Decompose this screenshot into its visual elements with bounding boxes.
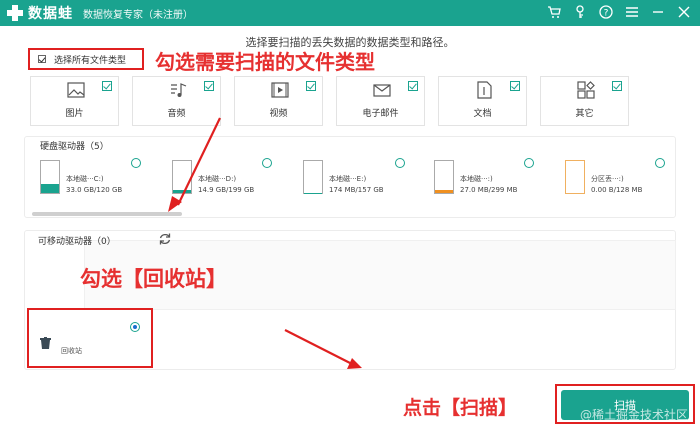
file-type-label: 文档: [473, 109, 492, 119]
drive-icon: [565, 160, 585, 194]
title-bar: 数据蛙 数据恢复专家（未注册） ?: [0, 0, 700, 26]
mail-icon: [373, 84, 391, 97]
app-logo: 数据蛙: [6, 3, 73, 23]
file-type-email[interactable]: 电子邮件: [336, 76, 425, 126]
checkbox-checked-icon[interactable]: [306, 81, 316, 91]
checkbox-checked-icon[interactable]: [408, 81, 418, 91]
svg-text:?: ?: [604, 9, 609, 19]
hard-drives-title: 硬盘驱动器（5）: [40, 142, 109, 152]
drive-size: 14.9 GB/199 GB: [198, 186, 255, 194]
app-name: 数据蛙: [28, 6, 73, 22]
annotation-scan: 点击【扫描】: [403, 397, 518, 419]
removable-drives-title: 可移动驱动器（0）: [38, 237, 116, 247]
drive-radio[interactable]: [395, 158, 405, 168]
video-icon: [271, 82, 289, 98]
file-type-label: 视频: [269, 109, 288, 119]
cart-icon[interactable]: [546, 3, 562, 21]
file-type-image[interactable]: 图片: [30, 76, 119, 126]
drive-size: 174 MB/157 GB: [329, 186, 384, 194]
file-type-label: 音频: [167, 109, 186, 119]
help-icon[interactable]: ?: [598, 3, 614, 21]
drive-size: 0.00 B/128 MB: [591, 186, 643, 194]
drive-name: 本地磁···E:): [329, 175, 367, 183]
image-icon: [67, 82, 85, 98]
file-type-other[interactable]: 其它: [540, 76, 629, 126]
select-all-checkbox[interactable]: 选择所有文件类型: [28, 48, 144, 70]
drive-size: 33.0 GB/120 GB: [66, 186, 123, 194]
drive-icon: [434, 160, 454, 194]
refresh-icon[interactable]: [158, 232, 172, 246]
recycle-bin-label: 回收站: [61, 347, 82, 355]
horizontal-scrollbar[interactable]: [32, 212, 182, 216]
trash-icon: [40, 337, 51, 349]
checkbox-checked-icon[interactable]: [204, 81, 214, 91]
drive-icon: [172, 160, 192, 194]
drive-name: 本地磁···C:): [66, 175, 104, 183]
file-type-row: 图片 音频 视频 电子邮件 文档 其它: [30, 76, 629, 126]
drive-item[interactable]: 本地磁···C:) 33.0 GB/120 GB: [40, 160, 160, 200]
file-type-video[interactable]: 视频: [234, 76, 323, 126]
drive-name: 分区丢···:): [591, 175, 624, 183]
watermark: @稀土掘金技术社区: [580, 408, 689, 422]
menu-icon[interactable]: [624, 3, 640, 21]
app-subtitle: 数据恢复专家（未注册）: [83, 9, 193, 21]
annotation-recycle: 勾选【回收站】: [80, 267, 227, 291]
drive-item[interactable]: 分区丢···:) 0.00 B/128 MB: [565, 160, 685, 200]
plus-logo-icon: [6, 4, 24, 22]
file-type-label: 其它: [575, 109, 594, 119]
select-all-label: 选择所有文件类型: [54, 55, 127, 66]
drive-radio[interactable]: [262, 158, 272, 168]
checkbox-icon: [38, 55, 46, 63]
drive-size: 27.0 MB/299 MB: [460, 186, 518, 194]
recycle-bin-radio[interactable]: [130, 322, 140, 332]
file-type-label: 图片: [65, 109, 84, 119]
file-type-label: 电子邮件: [362, 109, 399, 119]
drive-radio[interactable]: [655, 158, 665, 168]
file-type-audio[interactable]: 音频: [132, 76, 221, 126]
file-type-document[interactable]: 文档: [438, 76, 527, 126]
drive-item[interactable]: 本地磁···:) 27.0 MB/299 MB: [434, 160, 554, 200]
drive-item[interactable]: 本地磁···E:) 174 MB/157 GB: [303, 160, 423, 200]
title-bar-controls: ?: [546, 3, 692, 21]
checkbox-checked-icon[interactable]: [510, 81, 520, 91]
drive-item[interactable]: 本地磁···D:) 14.9 GB/199 GB: [172, 160, 292, 200]
annotation-select-types: 勾选需要扫描的文件类型: [155, 50, 375, 74]
other-icon: [577, 81, 595, 99]
checkbox-checked-icon[interactable]: [102, 81, 112, 91]
close-icon[interactable]: [676, 3, 692, 21]
drive-radio[interactable]: [131, 158, 141, 168]
checkbox-checked-icon[interactable]: [612, 81, 622, 91]
music-icon: [171, 83, 187, 97]
drive-icon: [40, 160, 60, 194]
drive-name: 本地磁···D:): [198, 175, 237, 183]
key-icon[interactable]: [572, 3, 588, 21]
drive-radio[interactable]: [524, 158, 534, 168]
drive-icon: [303, 160, 323, 194]
minimize-icon[interactable]: [650, 3, 666, 21]
drive-name: 本地磁···:): [460, 175, 493, 183]
document-icon: [477, 81, 492, 99]
